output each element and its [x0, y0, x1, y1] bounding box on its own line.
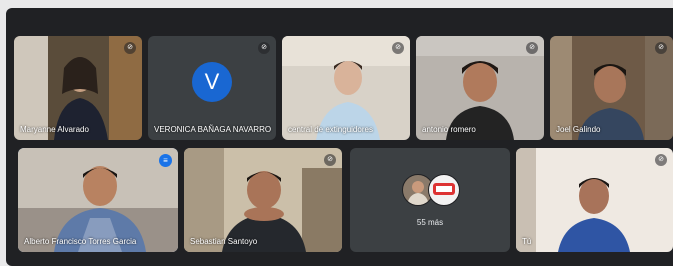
participant-tile[interactable]: ⊘ Sebastian Santoyo	[184, 148, 342, 252]
mic-off-icon: ⊘	[124, 42, 136, 54]
participant-video	[516, 148, 673, 252]
participant-name: Sebastian Santoyo	[190, 237, 258, 246]
participant-name: Maryanne Alvarado	[20, 125, 89, 134]
more-participants-tile[interactable]: 55 más	[350, 148, 510, 252]
participant-tile[interactable]: V ⊘ VERONICA BAÑAGA NAVARRO	[148, 36, 276, 140]
mic-off-icon: ⊘	[324, 154, 336, 166]
mic-off-icon: ⊘	[655, 42, 667, 54]
participant-name: Alberto Francisco Torres Garcia	[24, 237, 137, 246]
participant-tile[interactable]: ⊘ Tú	[516, 148, 673, 252]
participant-name: VERONICA BAÑAGA NAVARRO	[154, 125, 272, 134]
participant-tile[interactable]: ⊘ central de extinguidores	[282, 36, 410, 140]
mic-off-icon: ⊘	[392, 42, 404, 54]
participant-thumbnail	[428, 174, 460, 206]
audio-level-icon: ≡	[159, 154, 172, 167]
mic-off-icon: ⊘	[526, 42, 538, 54]
participant-tile[interactable]: ⊘ Maryanne Alvarado	[14, 36, 142, 140]
meeting-grid: ⊘ Maryanne Alvarado V ⊘ VERONICA BAÑAGA …	[6, 8, 673, 266]
participant-name: Tú	[522, 237, 532, 246]
mic-off-icon: ⊘	[655, 154, 667, 166]
participant-name: antonio romero	[422, 125, 476, 134]
participant-tile[interactable]: ⊘ antonio romero	[416, 36, 544, 140]
participant-tile[interactable]: ⊘ Joel Galindo	[550, 36, 673, 140]
avatar: V	[192, 62, 232, 102]
participant-name: central de extinguidores	[288, 125, 373, 134]
mic-off-icon: ⊘	[258, 42, 270, 54]
participant-tile[interactable]: ≡ Alberto Francisco Torres Garcia	[18, 148, 178, 252]
participant-name: Joel Galindo	[556, 125, 601, 134]
more-participants-count: 55 más	[416, 218, 444, 227]
